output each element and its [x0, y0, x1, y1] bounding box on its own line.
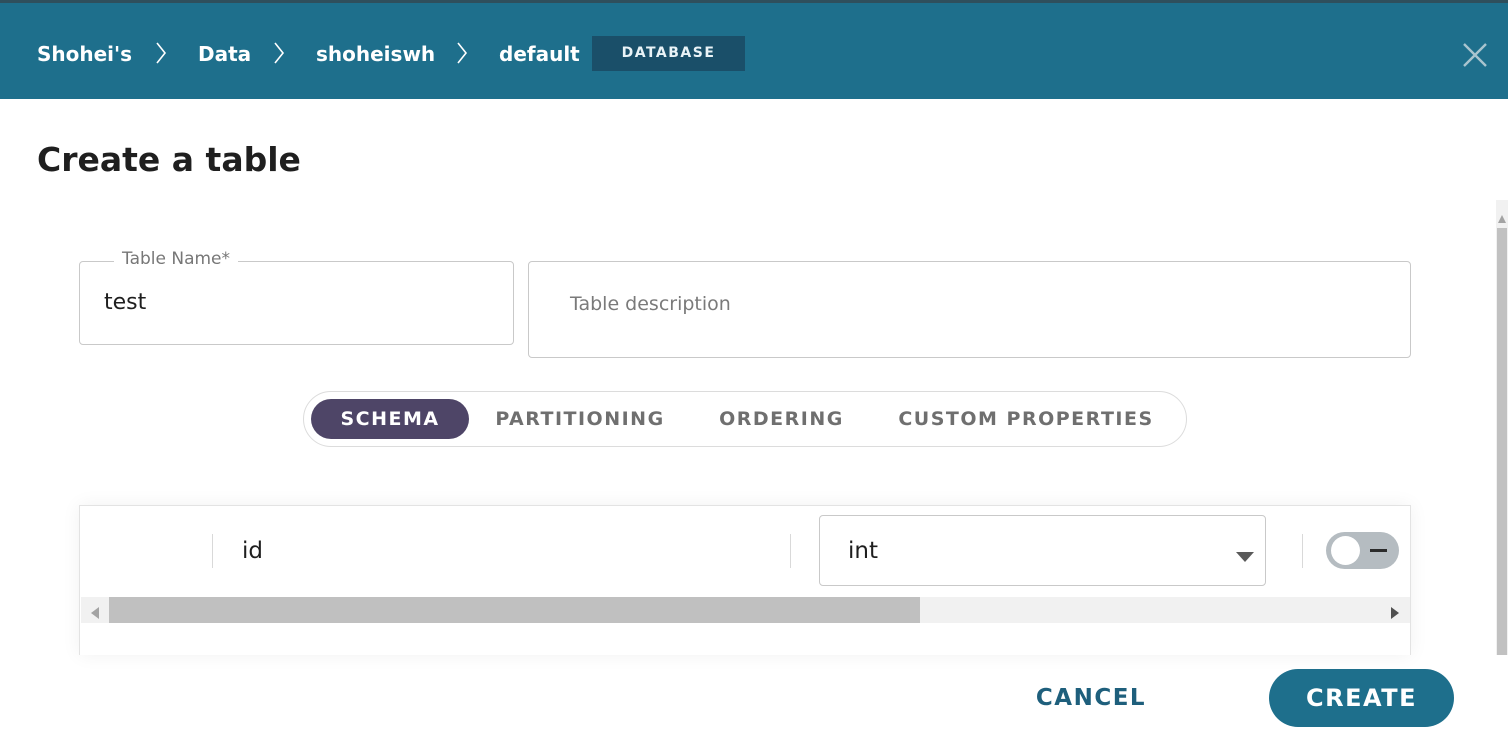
breadcrumb-item-database[interactable]: default — [499, 41, 580, 67]
page-title: Create a table — [37, 140, 301, 179]
scroll-up-arrow-icon[interactable] — [1498, 208, 1506, 227]
chevron-right-icon — [272, 39, 286, 67]
nullable-toggle[interactable] — [1326, 532, 1399, 569]
table-name-label: Table Name* — [114, 249, 239, 269]
chevron-right-icon — [154, 39, 168, 67]
breadcrumb-item-warehouse[interactable]: shoheiswh — [316, 41, 435, 67]
required-mark: * — [221, 249, 231, 269]
create-button[interactable]: CREATE — [1269, 669, 1454, 727]
column-divider — [212, 534, 213, 568]
toggle-knob — [1331, 536, 1360, 565]
vertical-scroll-thumb[interactable] — [1497, 228, 1507, 655]
column-type-value: int — [848, 538, 878, 564]
column-name-input[interactable]: id — [242, 538, 263, 564]
column-divider — [1302, 534, 1303, 568]
database-badge: DATABASE — [592, 36, 745, 71]
close-icon[interactable] — [1460, 40, 1490, 70]
tab-partitioning[interactable]: PARTITIONING — [484, 399, 676, 439]
vertical-scrollbar[interactable] — [1496, 200, 1508, 655]
column-divider — [790, 534, 791, 568]
breadcrumb-item-data[interactable]: Data — [198, 41, 251, 67]
tab-custom-properties[interactable]: CUSTOM PROPERTIES — [886, 399, 1166, 439]
table-name-input[interactable]: test — [104, 290, 146, 315]
dialog-header: Shohei's Data shoheiswh default DATABASE — [0, 0, 1508, 99]
column-type-select[interactable]: int — [819, 515, 1266, 586]
horizontal-scroll-thumb[interactable] — [109, 597, 920, 623]
table-description-field[interactable]: Table description — [528, 261, 1411, 358]
table-name-field[interactable]: Table Name* test — [79, 249, 514, 345]
tab-ordering[interactable]: ORDERING — [709, 399, 854, 439]
scroll-right-arrow-icon[interactable] — [1391, 604, 1399, 623]
scroll-left-arrow-icon[interactable] — [91, 604, 99, 623]
section-tabs: SCHEMA PARTITIONING ORDERING CUSTOM PROP… — [303, 391, 1187, 447]
chevron-right-icon — [455, 39, 469, 67]
schema-table: id int — [79, 505, 1411, 655]
tab-schema[interactable]: SCHEMA — [311, 399, 469, 439]
minus-icon — [1370, 549, 1387, 552]
table-description-input[interactable]: Table description — [570, 293, 731, 315]
cancel-button[interactable]: CANCEL — [1010, 670, 1172, 726]
horizontal-scrollbar[interactable] — [81, 597, 1410, 623]
breadcrumb-item-workspace[interactable]: Shohei's — [37, 41, 132, 67]
caret-down-icon — [1236, 547, 1254, 566]
